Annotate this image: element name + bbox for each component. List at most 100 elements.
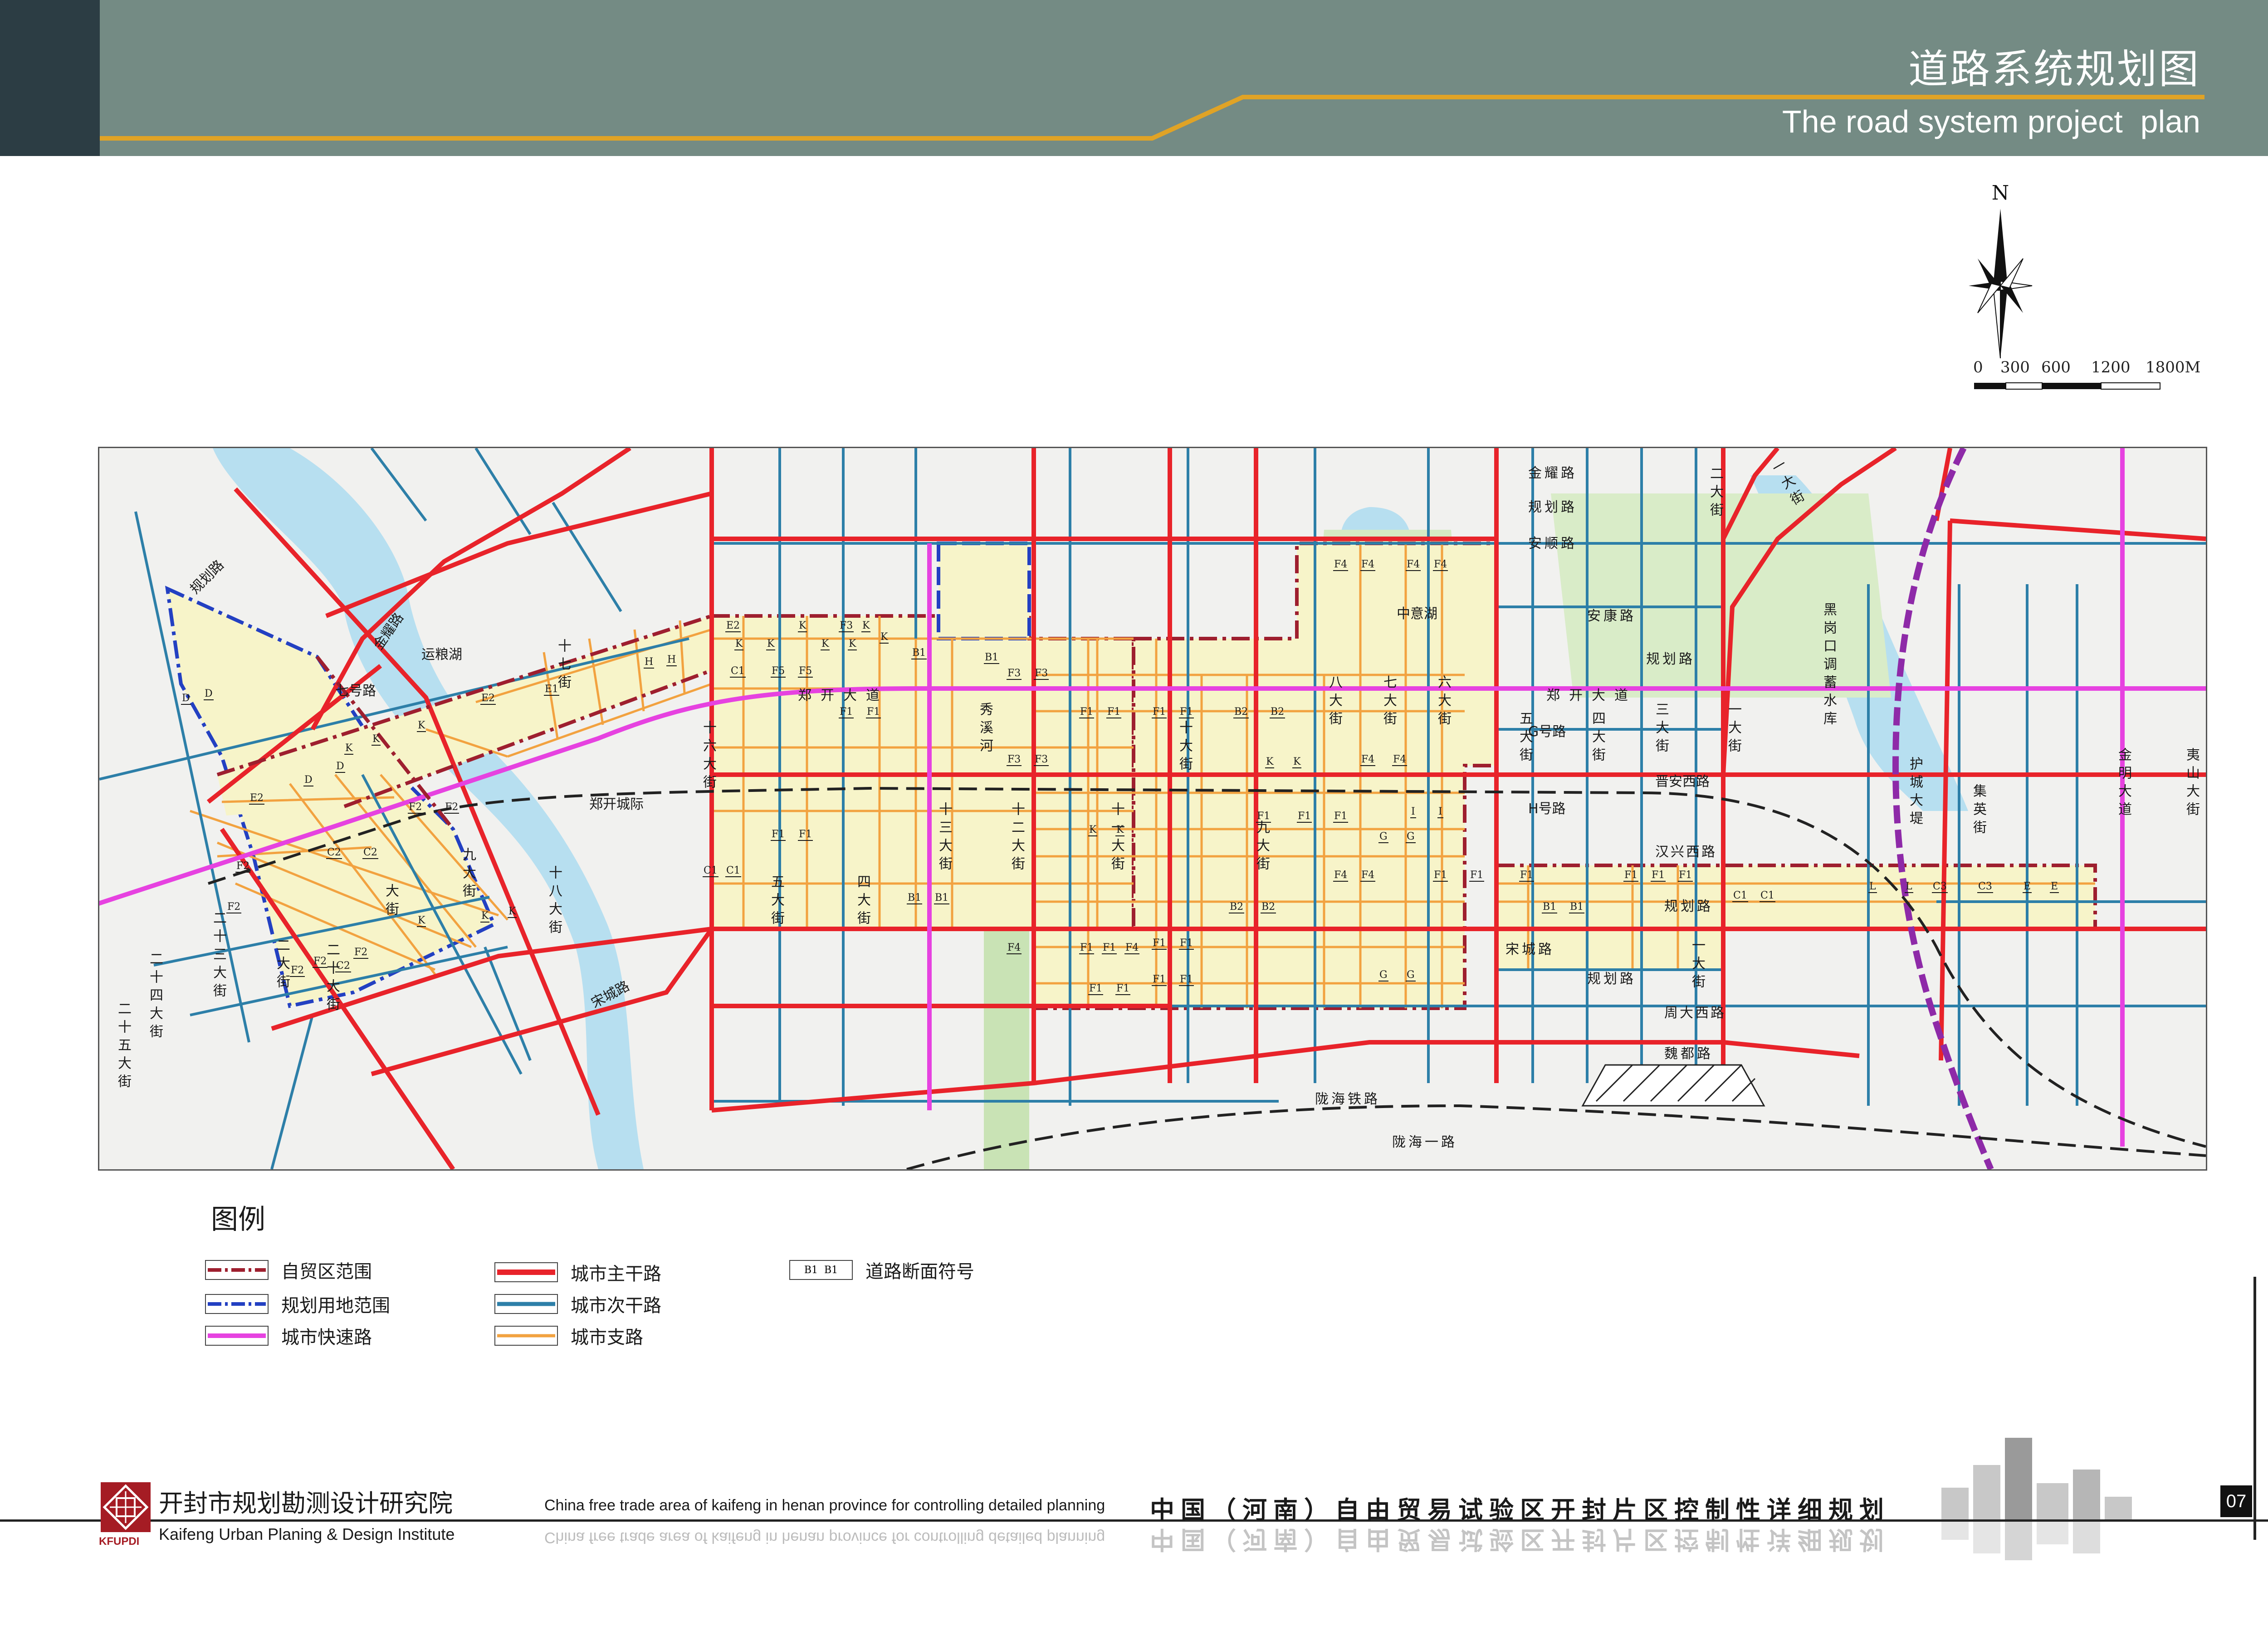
scale-bar-graphic: [1974, 382, 2160, 390]
section-marker: K: [344, 742, 354, 755]
legend-label-secondary: 城市次干路: [571, 1295, 661, 1316]
section-marker: F1: [866, 706, 881, 718]
section-marker: F4: [1406, 559, 1421, 571]
section-marker: F2: [290, 965, 305, 977]
section-marker: L: [1905, 881, 1913, 893]
road-plan-map[interactable]: 规划路 运粮湖 金耀路 七号路 十七街 郑开大道 郑开大道 郑开城际 秀溪河 十…: [98, 447, 2207, 1171]
section-marker: F3: [1007, 668, 1022, 680]
legend-swatch-secondary: [494, 1294, 558, 1314]
label-san: 三大街: [1653, 702, 1669, 757]
label-guihua-se: 规划路: [1664, 898, 1713, 914]
institute-name-cn: 开封市规划勘测设计研究院: [159, 1489, 453, 1518]
label-jinming: 金明大道: [2116, 747, 2131, 820]
section-marker: B1: [984, 652, 1000, 664]
section-marker: K: [848, 638, 857, 650]
section-marker: K: [480, 910, 490, 923]
label-yunliang-lake: 运粮湖: [421, 647, 462, 663]
legend-item-branch: 城市支路: [494, 1324, 643, 1348]
section-marker: F2: [408, 801, 423, 814]
label-yi-s: 一大街: [1689, 938, 1705, 992]
section-marker: I: [1410, 806, 1416, 818]
section-marker: F3: [1007, 754, 1022, 766]
label-shiba: 十八大街: [546, 865, 562, 938]
section-marker: K: [371, 733, 381, 746]
section-marker: K: [1292, 756, 1302, 768]
section-marker: C1: [730, 665, 746, 678]
label-jinyao: 金耀路: [1528, 465, 1577, 481]
section-marker: B1: [911, 647, 927, 659]
legend-item-secondary: 城市次干路: [494, 1293, 661, 1316]
section-marker: F3: [839, 620, 854, 632]
legend-swatch-main: [494, 1262, 558, 1282]
label-ershisan: 二十三大街: [210, 911, 226, 1001]
section-marker: F1: [1102, 942, 1117, 954]
section-marker: E: [2050, 881, 2059, 893]
section-marker: G: [1406, 831, 1416, 843]
decorative-bars: [1941, 1438, 2132, 1560]
label-qihao: 七号路: [335, 683, 376, 699]
institute-name-en: Kaifeng Urban Planing & Design Institute: [159, 1525, 455, 1543]
section-marker: F1: [839, 706, 854, 718]
section-marker: F1: [771, 829, 786, 841]
section-marker: G: [1378, 969, 1388, 981]
label-zhengkai: 郑开大道: [798, 688, 889, 703]
section-marker: F4: [1007, 942, 1022, 954]
section-marker: F1: [1433, 869, 1448, 882]
label-er-n: 二大街: [1707, 466, 1723, 521]
page-number: 07: [2220, 1485, 2252, 1517]
label-wu: 五大街: [768, 874, 784, 929]
section-marker: D: [204, 688, 214, 700]
section-marker: C2: [335, 960, 351, 972]
section-marker: B2: [1229, 901, 1245, 913]
section-marker: K: [417, 915, 426, 927]
label-yi-e: 一大街: [1725, 702, 1741, 757]
label-jiying: 集英街: [1970, 784, 1986, 838]
label-shijiu: 大街: [383, 884, 399, 920]
section-marker: C2: [326, 847, 342, 859]
section-marker: F1: [1152, 938, 1167, 950]
label-ershi: 二十大街: [324, 942, 340, 1015]
scale-label-1800: 1800M: [2146, 358, 2201, 376]
page-title: 道路系统规划图: [1908, 46, 2200, 93]
label-si-e: 四大街: [1589, 711, 1605, 766]
label-longhai-rail: 陇海铁路: [1315, 1091, 1380, 1107]
section-marker: E2: [249, 792, 265, 805]
label-weidu: 魏都路: [1664, 1046, 1713, 1062]
section-marker: F3: [1034, 754, 1049, 766]
label-zhoudaxi: 周大西路: [1664, 1005, 1726, 1021]
section-marker: F4: [1360, 869, 1376, 882]
label-hhao: H号路: [1528, 801, 1566, 817]
label-shi: 十大街: [1177, 720, 1193, 775]
section-marker: F4: [1433, 559, 1448, 571]
section-marker: F1: [1152, 706, 1167, 718]
legend-item-plan: 规划用地范围: [205, 1293, 390, 1316]
central-plan-b: [937, 542, 1031, 640]
page-subtitle: The road system project plan: [1782, 104, 2200, 139]
label-guihua-e: 规划路: [1646, 651, 1695, 667]
label-jiu: 九大街: [1254, 820, 1270, 874]
section-marker: B2: [1261, 901, 1276, 913]
legend-label-plan: 规划用地范围: [281, 1295, 390, 1316]
section-marker: F4: [1360, 754, 1376, 766]
legend-swatch-section: B1 B1: [789, 1260, 853, 1280]
section-marker: K: [417, 720, 426, 732]
section-marker: D: [303, 774, 313, 786]
section-marker: B1: [1542, 901, 1558, 913]
section-marker: F1: [1469, 869, 1485, 882]
section-marker: C1: [725, 865, 741, 877]
scale-label-1200: 1200: [2091, 358, 2131, 376]
section-marker: C1: [703, 865, 719, 877]
section-marker: K: [1265, 756, 1275, 768]
section-marker: H: [644, 656, 655, 669]
section-marker: F1: [1106, 706, 1122, 718]
compass-icon: N: [1969, 181, 2033, 358]
section-marker: C3: [1977, 881, 1993, 893]
label-shiyi: 十一大街: [1109, 802, 1124, 874]
label-xiuxi-river: 秀溪河: [977, 702, 993, 757]
section-marker: F1: [1088, 983, 1104, 995]
label-jiu-w: 九大街: [460, 847, 476, 902]
scale-label-0: 0: [1973, 358, 1983, 376]
section-marker: F1: [1079, 706, 1095, 718]
logo-abbreviation: KFUPDI: [99, 1535, 140, 1548]
section-marker: F5: [798, 665, 813, 678]
